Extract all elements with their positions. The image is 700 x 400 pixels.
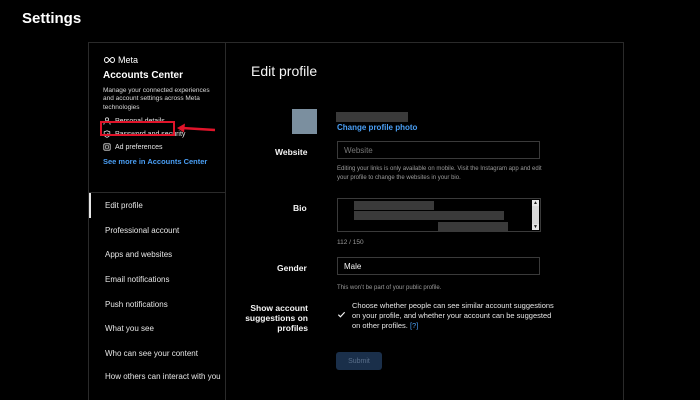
- bio-redacted-2: [354, 211, 504, 220]
- bio-character-counter: 112 / 150: [337, 239, 364, 246]
- suggestions-description: Choose whether people can see similar ac…: [352, 301, 554, 330]
- ad-preferences-link[interactable]: Ad preferences: [103, 141, 219, 154]
- bio-textarea[interactable]: ▲ ▼: [337, 198, 541, 232]
- ad-icon: [103, 143, 111, 151]
- username-redacted: [336, 112, 408, 122]
- edit-profile-main: Edit profile Change profile photo Websit…: [226, 43, 623, 400]
- suggestions-label: Show account suggestions on profiles: [245, 303, 308, 333]
- nav-item-professional-account[interactable]: Professional account: [89, 218, 225, 243]
- gender-field[interactable]: Male: [337, 257, 540, 275]
- settings-nav: Edit profile Professional account Apps a…: [89, 193, 225, 391]
- nav-item-how-others-interact[interactable]: How others can interact with you: [89, 366, 225, 391]
- nav-item-edit-profile[interactable]: Edit profile: [89, 193, 225, 218]
- nav-item-apps-and-websites[interactable]: Apps and websites: [89, 242, 225, 267]
- bio-label: Bio: [293, 203, 307, 213]
- suggestions-text-block: Choose whether people can see similar ac…: [352, 301, 557, 331]
- accounts-center-title: Accounts Center: [103, 70, 184, 81]
- sidebar: Meta Accounts Center Manage your connect…: [89, 43, 226, 400]
- edit-profile-title: Edit profile: [251, 63, 318, 79]
- see-more-accounts-center-link[interactable]: See more in Accounts Center: [103, 157, 219, 166]
- gender-label: Gender: [277, 263, 307, 273]
- accounts-center-box[interactable]: Meta Accounts Center Manage your connect…: [103, 55, 219, 166]
- meta-logo: Meta: [103, 55, 219, 65]
- avatar[interactable]: [292, 109, 317, 134]
- bio-scrollbar[interactable]: ▲ ▼: [532, 200, 539, 230]
- nav-item-email-notifications[interactable]: Email notifications: [89, 267, 225, 292]
- bio-redacted-3: [438, 222, 508, 231]
- website-help-text: Editing your links is only available on …: [337, 166, 542, 181]
- suggestions-option[interactable]: Choose whether people can see similar ac…: [337, 301, 557, 331]
- ad-preferences-label: Ad preferences: [115, 143, 163, 151]
- nav-item-who-can-see-content[interactable]: Who can see your content: [89, 341, 225, 366]
- scroll-up-icon[interactable]: ▲: [532, 200, 539, 206]
- submit-button[interactable]: Submit: [336, 352, 382, 370]
- change-profile-photo-link[interactable]: Change profile photo: [337, 123, 417, 132]
- suggestions-help-link[interactable]: [?]: [410, 321, 418, 330]
- settings-panel: Meta Accounts Center Manage your connect…: [88, 42, 624, 400]
- meta-infinity-icon: [103, 56, 116, 64]
- scroll-down-icon[interactable]: ▼: [532, 224, 539, 230]
- nav-item-push-notifications[interactable]: Push notifications: [89, 292, 225, 317]
- personal-details-highlight-box: [100, 121, 175, 136]
- page-title: Settings: [22, 10, 82, 27]
- website-label: Website: [275, 147, 308, 157]
- meta-brand: Meta: [118, 55, 139, 65]
- gender-help-text: This won’t be part of your public profil…: [337, 285, 442, 291]
- accounts-center-description: Manage your connected experiences and ac…: [103, 87, 210, 111]
- website-input[interactable]: Website: [337, 141, 540, 159]
- checkmark-icon[interactable]: [337, 310, 346, 319]
- red-arrow-icon: [177, 123, 216, 133]
- bio-redacted-1: [354, 201, 434, 210]
- nav-item-what-you-see[interactable]: What you see: [89, 316, 225, 341]
